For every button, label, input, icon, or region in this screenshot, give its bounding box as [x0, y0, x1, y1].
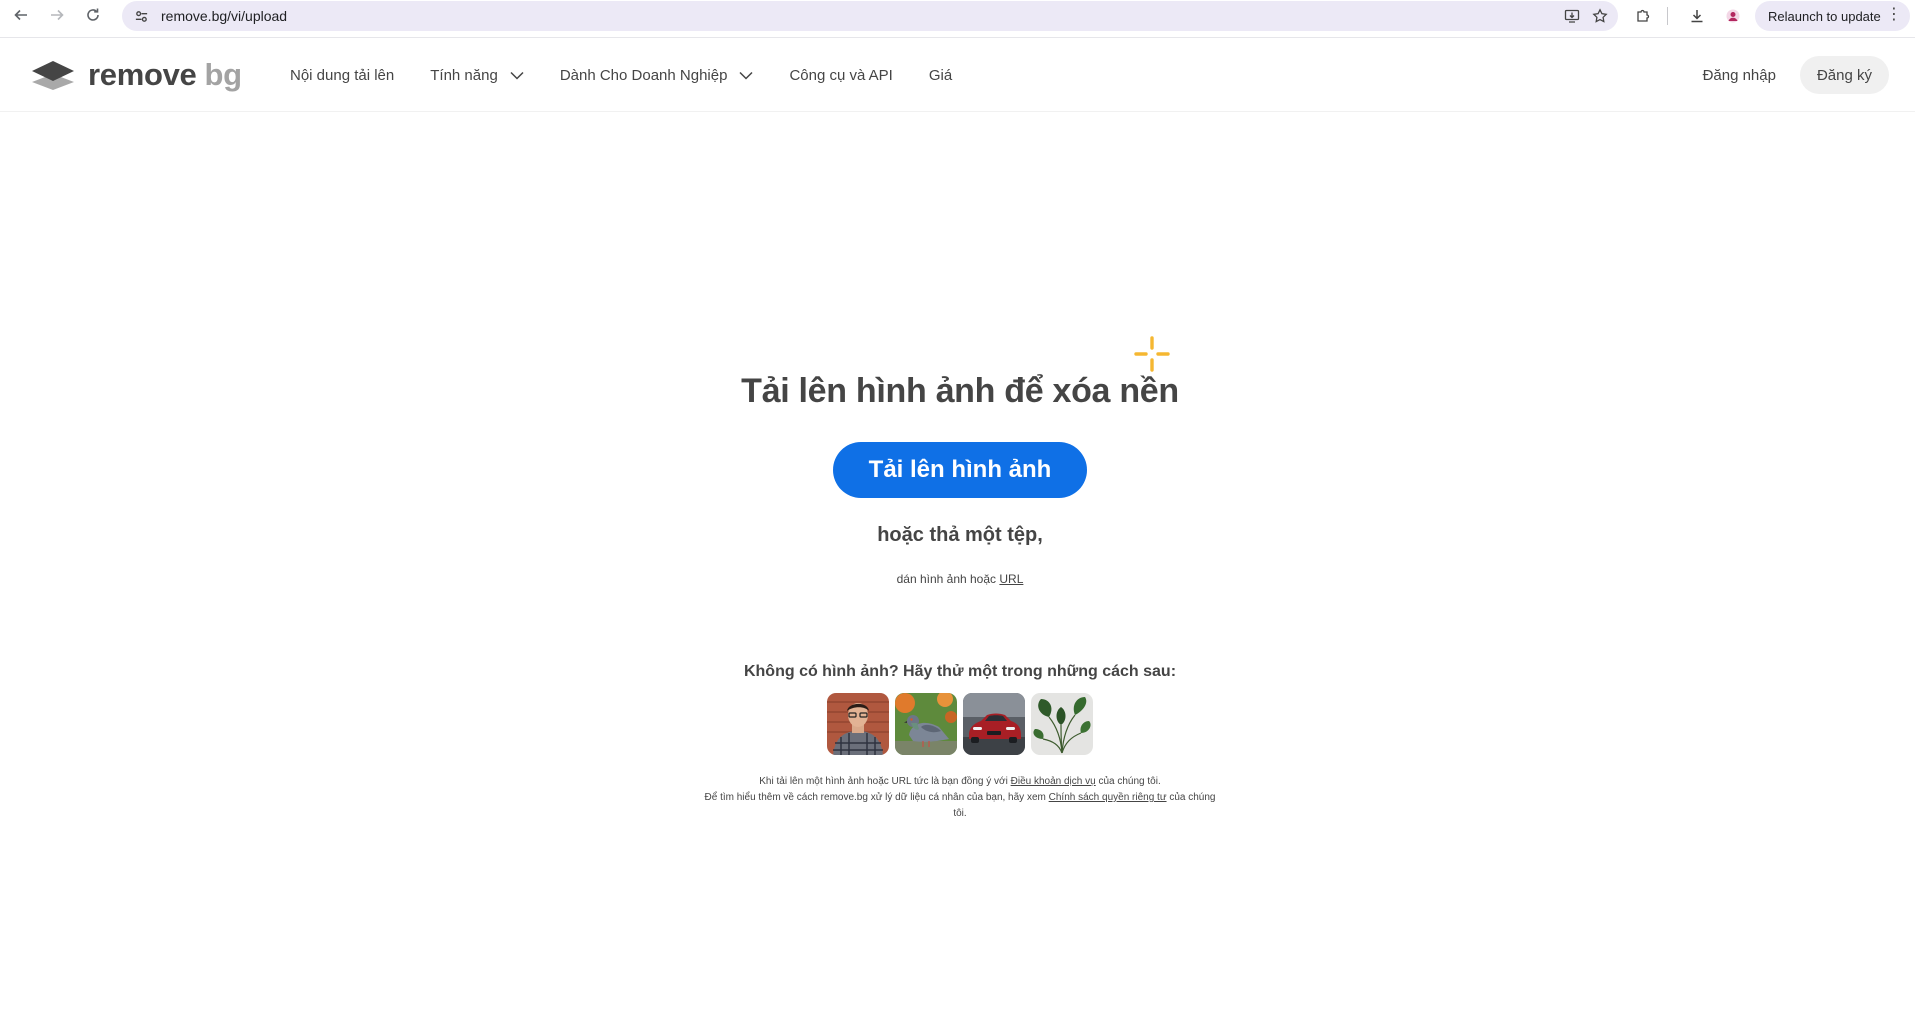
relaunch-button[interactable]: Relaunch to update ⋮: [1755, 1, 1910, 31]
terms-text: Khi tải lên một hình ảnh hoặc URL tức là…: [759, 776, 1008, 787]
arrow-left-icon: [14, 9, 27, 21]
chevron-down-icon: [510, 71, 524, 80]
menu-item-label: Tính năng: [430, 66, 498, 84]
page-title: Tải lên hình ảnh để xóa nền: [741, 372, 1179, 410]
menu-item-label: Giá: [928, 66, 953, 84]
terms-line-2: Để tìm hiểu thêm về cách remove.bg xử lý…: [700, 790, 1220, 822]
extensions-icon[interactable]: [1632, 5, 1654, 27]
menu-item-tools-api[interactable]: Công cụ và API: [789, 67, 892, 84]
site-header: remove bg Nội dung tải lên Tính năng Dàn…: [0, 38, 1915, 112]
logo-word-bg: bg: [204, 57, 243, 92]
arrow-right-icon: [51, 9, 64, 21]
menu-item-label: Dành Cho Doanh Nghiệp: [559, 66, 728, 84]
menu-item-features[interactable]: Tính năng: [430, 67, 524, 84]
address-bar[interactable]: remove.bg/vi/upload: [122, 1, 1618, 31]
upload-image-button[interactable]: Tải lên hình ảnh: [833, 442, 1087, 498]
toolbar-divider: [1667, 7, 1668, 25]
browser-toolbar: remove.bg/vi/upload Relaunch to update ⋮: [0, 0, 1915, 38]
logo-word-remove: remove: [88, 57, 197, 92]
install-app-icon[interactable]: [1564, 8, 1580, 24]
site-info-icon[interactable]: [126, 1, 156, 31]
chevron-down-icon: [739, 71, 753, 80]
terms-text: của chúng tôi.: [1098, 776, 1161, 787]
menu-item-pricing[interactable]: Giá: [929, 67, 952, 84]
sample-image-person[interactable]: [827, 693, 889, 755]
relaunch-label: Relaunch to update: [1768, 8, 1881, 24]
sample-image-car[interactable]: [963, 693, 1025, 755]
paste-url-link[interactable]: URL: [999, 572, 1023, 586]
login-link[interactable]: Đăng nhập: [1703, 67, 1776, 84]
bookmark-star-icon[interactable]: [1592, 8, 1608, 24]
terms-notice: Khi tải lên một hình ảnh hoặc URL tức là…: [700, 774, 1220, 822]
forward-button[interactable]: [40, 0, 74, 30]
removebg-logo[interactable]: remove bg: [30, 56, 242, 94]
menu-item-label: Nội dung tải lên: [290, 66, 395, 84]
privacy-policy-link[interactable]: Chính sách quyền riêng tư: [1049, 792, 1167, 803]
profile-avatar-icon[interactable]: [1722, 5, 1744, 27]
menu-item-uploads[interactable]: Nội dung tải lên: [290, 67, 394, 84]
url-text[interactable]: remove.bg/vi/upload: [161, 8, 287, 24]
drop-file-text: hoặc thả một tệp,: [877, 524, 1043, 546]
terms-of-service-link[interactable]: Điều khoản dịch vụ: [1011, 776, 1096, 787]
menu-item-label: Công cụ và API: [789, 66, 893, 84]
signup-button[interactable]: Đăng ký: [1799, 56, 1889, 94]
reload-icon: [87, 8, 99, 21]
sample-images: [827, 693, 1093, 755]
layers-logo-icon: [32, 61, 74, 90]
back-button[interactable]: [4, 0, 38, 30]
reload-button[interactable]: [76, 0, 110, 30]
privacy-text: Để tìm hiểu thêm về cách remove.bg xử lý…: [704, 792, 1046, 803]
sample-image-plant[interactable]: [1031, 693, 1093, 755]
sample-image-pigeon[interactable]: [895, 693, 957, 755]
sparkle-icon: [1134, 336, 1170, 372]
auth-actions: Đăng nhập Đăng ký: [1703, 56, 1889, 94]
paste-hint: dán hình ảnh hoặc URL: [700, 572, 1220, 586]
main-menu: Nội dung tải lên Tính năng Dành Cho Doan…: [290, 38, 988, 112]
download-icon[interactable]: [1686, 5, 1708, 27]
paste-hint-text: dán hình ảnh hoặc: [896, 572, 997, 586]
terms-line-1: Khi tải lên một hình ảnh hoặc URL tức là…: [700, 774, 1220, 790]
more-vert-icon[interactable]: ⋮: [1886, 7, 1902, 23]
try-samples-text: Không có hình ảnh? Hãy thử một trong nhữ…: [743, 663, 1177, 680]
menu-item-business[interactable]: Dành Cho Doanh Nghiệp: [560, 67, 754, 84]
